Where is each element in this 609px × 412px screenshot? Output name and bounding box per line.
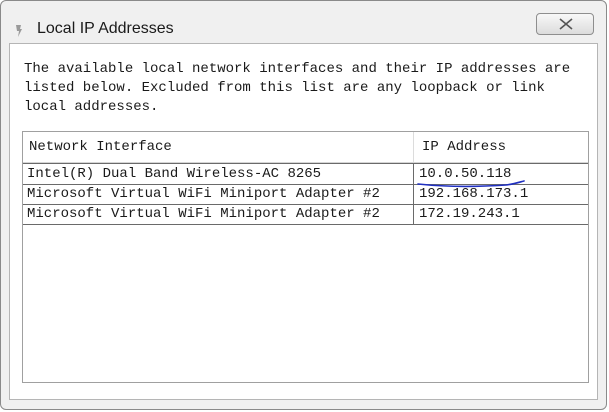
close-button[interactable] bbox=[536, 13, 594, 35]
table-header: Network Interface IP Address bbox=[23, 132, 588, 163]
app-icon bbox=[13, 23, 25, 39]
title-bar[interactable]: Local IP Addresses bbox=[1, 1, 606, 43]
interface-cell: Microsoft Virtual WiFi Miniport Adapter … bbox=[23, 184, 414, 204]
interfaces-table[interactable]: Network Interface IP Address Intel(R) Du… bbox=[22, 131, 589, 383]
ip-cell: 172.19.243.1 bbox=[419, 206, 520, 222]
column-header-ip-address[interactable]: IP Address bbox=[414, 132, 588, 162]
handwritten-underline bbox=[417, 180, 525, 188]
window-title: Local IP Addresses bbox=[37, 20, 174, 37]
close-icon bbox=[559, 18, 573, 30]
interface-cell: Intel(R) Dual Band Wireless-AC 8265 bbox=[23, 164, 414, 184]
description-text: The available local network interfaces a… bbox=[24, 61, 571, 115]
column-header-network-interface[interactable]: Network Interface bbox=[23, 132, 414, 162]
local-ip-addresses-window: Local IP Addresses The available local n… bbox=[0, 0, 607, 410]
interface-cell: Microsoft Virtual WiFi Miniport Adapter … bbox=[23, 204, 414, 224]
dialog-content: The available local network interfaces a… bbox=[9, 43, 598, 400]
table-row[interactable]: Microsoft Virtual WiFi Miniport Adapter … bbox=[23, 204, 588, 225]
